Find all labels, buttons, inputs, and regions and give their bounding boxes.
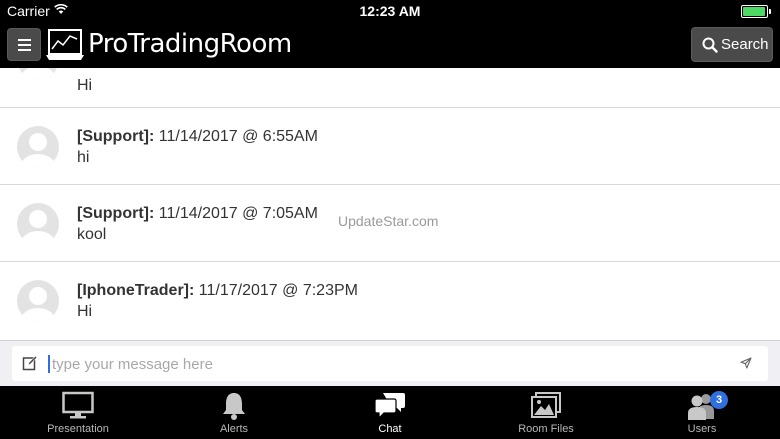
battery-fill <box>743 7 765 16</box>
message-timestamp: 11/14/2017 @ 6:55AM <box>158 128 318 145</box>
tab-label: Room Files <box>518 423 574 435</box>
users-count-badge: 3 <box>710 391 728 409</box>
tab-bar: Presentation Alerts Chat Room Files 3 Us… <box>0 386 780 439</box>
message-text: Hi <box>77 77 93 94</box>
message-input[interactable] <box>50 351 714 377</box>
search-label: Search <box>721 36 769 53</box>
monitor-icon <box>62 391 94 419</box>
chat-message: [Support]: 11/14/2017 @ 6:55AM hi <box>0 108 780 185</box>
battery-icon <box>741 5 771 18</box>
edit-icon <box>22 355 38 371</box>
tab-room-files[interactable]: Room Files <box>468 386 624 439</box>
chat-message: Hi <box>0 68 780 108</box>
search-button[interactable]: Search <box>691 27 773 62</box>
message-text: Hi <box>77 303 93 320</box>
avatar <box>17 126 59 168</box>
search-icon <box>702 37 718 53</box>
message-text: kool <box>77 226 107 243</box>
message-text: hi <box>77 149 90 166</box>
message-user: [IphoneTrader]: <box>77 282 195 299</box>
tab-chat[interactable]: Chat <box>312 386 468 439</box>
message-timestamp: 11/14/2017 @ 7:05AM <box>158 205 318 222</box>
avatar <box>17 203 59 245</box>
header: ProTradingRoom Search <box>0 22 780 68</box>
send-icon[interactable] <box>740 357 752 369</box>
battery-nub <box>769 9 771 14</box>
message-meta: [IphoneTrader]: 11/17/2017 @ 7:23PM <box>77 282 358 300</box>
menu-icon-line <box>18 44 31 46</box>
chat-list[interactable]: Hi [Support]: 11/14/2017 @ 6:55AM hi [Su… <box>0 68 780 340</box>
menu-icon-line <box>18 49 31 51</box>
avatar <box>17 280 59 322</box>
tab-label: Chat <box>378 423 402 435</box>
composer-bar <box>0 340 780 386</box>
composer-box <box>12 346 768 381</box>
tab-label: Presentation <box>47 423 109 435</box>
logo-monitor-icon <box>46 29 84 60</box>
tab-label: Alerts <box>219 423 249 435</box>
message-user: [Support]: <box>77 205 155 222</box>
logo-text: ProTradingRoom <box>88 29 292 59</box>
menu-icon-line <box>18 39 31 41</box>
status-time: 12:23 AM <box>359 3 421 19</box>
tab-label: Users <box>687 423 717 435</box>
message-meta: [Support]: 11/14/2017 @ 6:55AM <box>77 128 318 146</box>
tab-presentation[interactable]: Presentation <box>0 386 156 439</box>
status-bar: Carrier 12:23 AM <box>0 0 780 22</box>
chat-icon <box>374 393 405 420</box>
message-meta: [Support]: 11/14/2017 @ 7:05AM <box>77 205 318 223</box>
message-timestamp: 11/17/2017 @ 7:23PM <box>198 282 358 299</box>
images-icon <box>531 392 561 418</box>
bell-icon <box>223 393 245 420</box>
tab-alerts[interactable]: Alerts <box>156 386 312 439</box>
watermark: UpdateStar.com <box>338 213 439 229</box>
menu-button[interactable] <box>7 28 41 61</box>
tab-users[interactable]: 3 Users <box>624 386 780 439</box>
avatar <box>17 68 59 80</box>
chat-message: [IphoneTrader]: 11/17/2017 @ 7:23PM Hi <box>0 262 780 340</box>
message-user: [Support]: <box>77 128 155 145</box>
